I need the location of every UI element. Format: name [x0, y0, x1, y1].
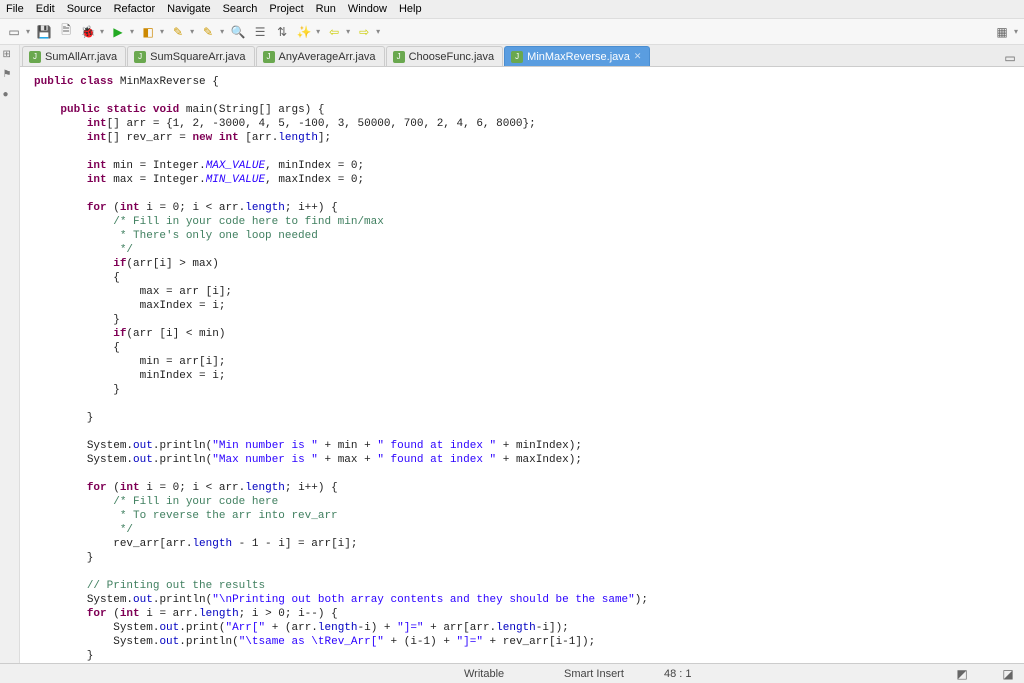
- tab-choosefunc[interactable]: J ChooseFunc.java: [386, 46, 504, 66]
- menubar: File Edit Source Refactor Navigate Searc…: [0, 0, 1024, 19]
- search-icon[interactable]: 🔍: [230, 24, 246, 40]
- statusbar: Writable Smart Insert 48 : 1 ◩ ◪: [0, 663, 1024, 683]
- dropdown-icon[interactable]: ▾: [220, 27, 224, 36]
- java-file-icon: J: [511, 51, 523, 63]
- restore-icon[interactable]: ▭: [1002, 50, 1018, 66]
- menu-source[interactable]: Source: [67, 3, 102, 15]
- wand-icon[interactable]: ✨: [296, 24, 312, 40]
- outline-icon[interactable]: ⊞: [3, 49, 17, 63]
- status-writable: Writable: [464, 668, 534, 680]
- tab-anyaveragearr[interactable]: J AnyAverageArr.java: [256, 46, 385, 66]
- status-position: 48 : 1: [664, 668, 734, 680]
- tab-label: SumAllArr.java: [45, 51, 117, 63]
- status-insert: Smart Insert: [564, 668, 634, 680]
- tab-minmaxreverse[interactable]: J MinMaxReverse.java ✕: [504, 46, 650, 66]
- java-file-icon: J: [393, 51, 405, 63]
- dropdown-icon[interactable]: ▾: [100, 27, 104, 36]
- menu-navigate[interactable]: Navigate: [167, 3, 210, 15]
- dropdown-icon[interactable]: ▾: [160, 27, 164, 36]
- toolbar: ▭ ▾ 💾 🗎 🐞 ▾ ▶ ▾ ◧ ▾ ✎ ▾ ✎ ▾ 🔍 ☰ ⇅ ✨ ▾ ⇦ ▾ ⇨ ▾ ▦ ▾: [0, 19, 1024, 45]
- tab-label: ChooseFunc.java: [409, 51, 495, 63]
- tab-label: SumSquareArr.java: [150, 51, 245, 63]
- new-class-icon[interactable]: ✎: [170, 24, 186, 40]
- dropdown-icon[interactable]: ▾: [1014, 27, 1018, 36]
- new-package-icon[interactable]: ✎: [200, 24, 216, 40]
- menu-help[interactable]: Help: [399, 3, 422, 15]
- menu-file[interactable]: File: [6, 3, 24, 15]
- status-icon[interactable]: ◩: [954, 666, 970, 682]
- run-icon[interactable]: ▶: [110, 24, 126, 40]
- tab-sumsquarearr[interactable]: J SumSquareArr.java: [127, 46, 254, 66]
- task-icon[interactable]: ☰: [252, 24, 268, 40]
- close-icon[interactable]: ✕: [634, 51, 642, 62]
- tab-sumallarr[interactable]: J SumAllArr.java: [22, 46, 126, 66]
- debug-icon[interactable]: 🐞: [80, 24, 96, 40]
- java-file-icon: J: [263, 51, 275, 63]
- menu-refactor[interactable]: Refactor: [114, 3, 156, 15]
- dropdown-icon[interactable]: ▾: [316, 27, 320, 36]
- menu-window[interactable]: Window: [348, 3, 387, 15]
- source-code[interactable]: public class MinMaxReverse { public stat…: [20, 67, 1024, 663]
- dropdown-icon[interactable]: ▾: [346, 27, 350, 36]
- java-file-icon: J: [134, 51, 146, 63]
- sort-icon[interactable]: ⇅: [274, 24, 290, 40]
- left-gutter: ⊞ ⚑ ●: [0, 45, 20, 663]
- forward-icon[interactable]: ⇨: [356, 24, 372, 40]
- problems-icon[interactable]: ⚑: [3, 69, 17, 83]
- dropdown-icon[interactable]: ▾: [26, 27, 30, 36]
- menu-project[interactable]: Project: [269, 3, 303, 15]
- perspective-icon[interactable]: ▦: [994, 24, 1010, 40]
- menu-edit[interactable]: Edit: [36, 3, 55, 15]
- tab-label: AnyAverageArr.java: [279, 51, 376, 63]
- back-icon[interactable]: ⇦: [326, 24, 342, 40]
- tab-label: MinMaxReverse.java: [527, 51, 630, 63]
- dropdown-icon[interactable]: ▾: [376, 27, 380, 36]
- java-file-icon: J: [29, 51, 41, 63]
- code-editor[interactable]: public class MinMaxReverse { public stat…: [20, 67, 1024, 663]
- breakpoint-icon[interactable]: ●: [3, 89, 17, 103]
- status-icon[interactable]: ◪: [1000, 666, 1016, 682]
- new-icon[interactable]: ▭: [6, 24, 22, 40]
- menu-run[interactable]: Run: [316, 3, 336, 15]
- coverage-icon[interactable]: ◧: [140, 24, 156, 40]
- editor-tabbar: J SumAllArr.java J SumSquareArr.java J AnyA…: [20, 45, 1024, 67]
- dropdown-icon[interactable]: ▾: [130, 27, 134, 36]
- dropdown-icon[interactable]: ▾: [190, 27, 194, 36]
- save-icon[interactable]: 💾: [36, 24, 52, 40]
- editor-area: J SumAllArr.java J SumSquareArr.java J AnyA…: [20, 45, 1024, 663]
- menu-search[interactable]: Search: [223, 3, 258, 15]
- main-area: ⊞ ⚑ ● J SumAllArr.java J SumSquareArr.java…: [0, 45, 1024, 663]
- save-all-icon[interactable]: 🗎: [58, 24, 74, 40]
